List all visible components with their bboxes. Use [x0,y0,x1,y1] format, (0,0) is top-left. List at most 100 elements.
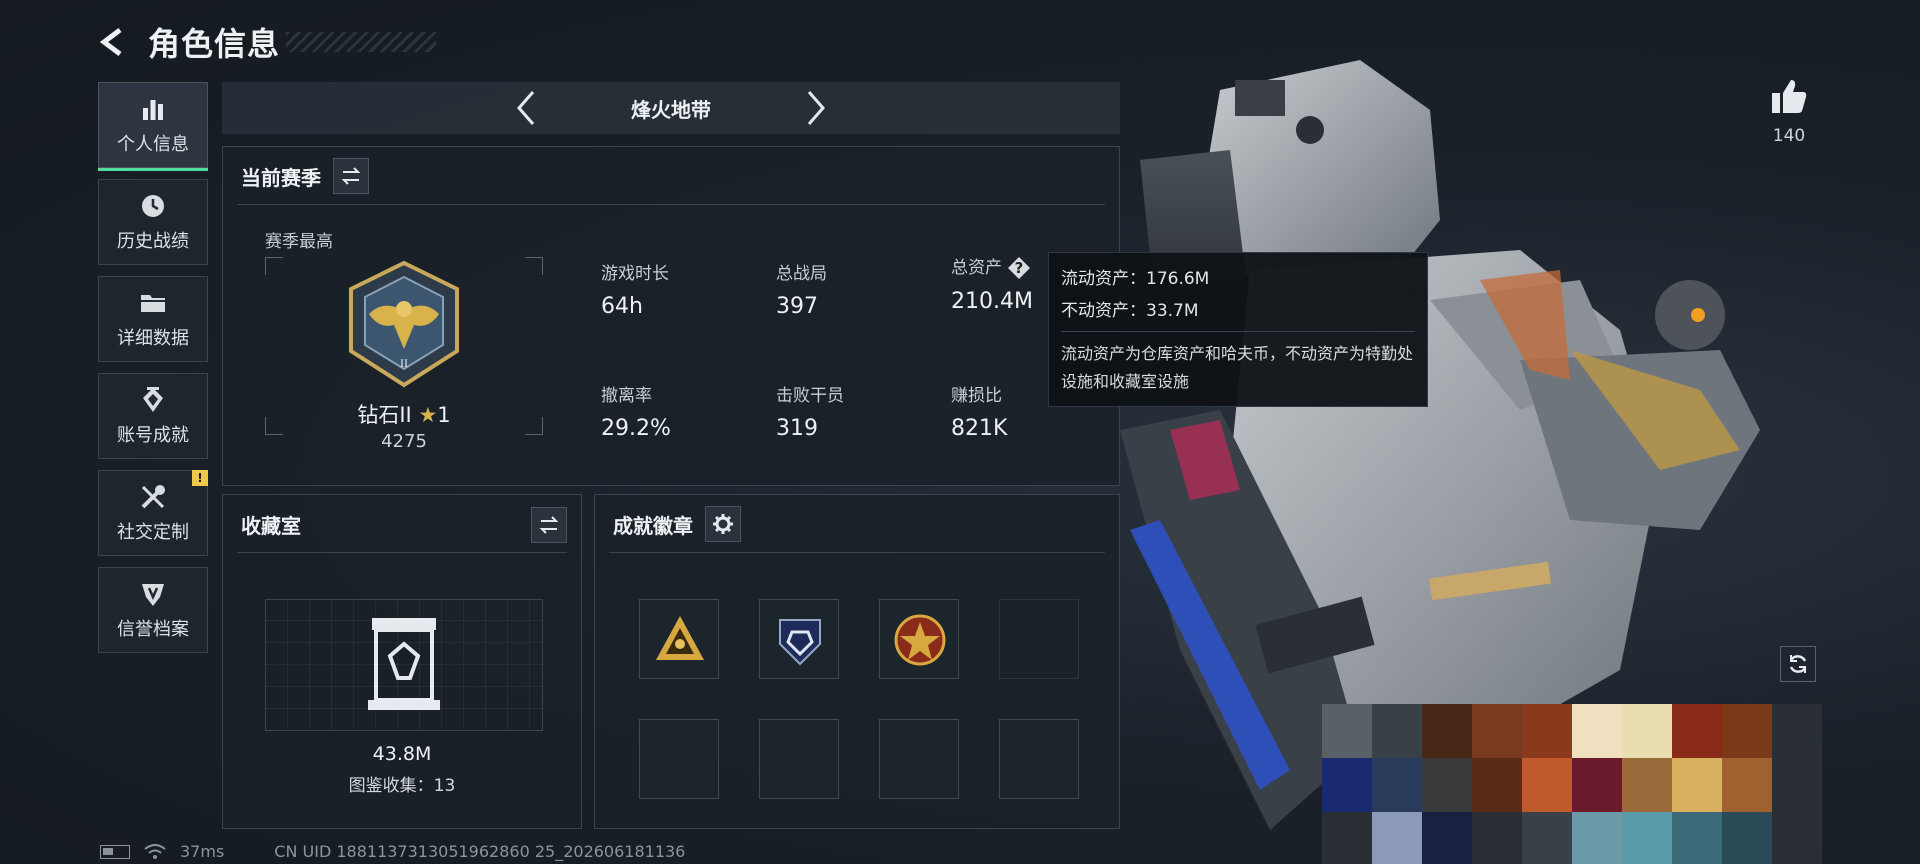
badge-slot-empty[interactable] [999,719,1079,799]
clock-history-icon [138,191,168,221]
stat-value: 64h [601,294,643,319]
stat-label: 总战局 [776,264,827,284]
stat-profit-loss-ratio: 赚损比 821K [951,381,1007,441]
refresh-button[interactable] [1780,646,1816,682]
pyramid-badge-icon [656,616,704,660]
svg-text:II: II [400,356,408,370]
vault-display-icon [368,618,440,710]
next-mode-button[interactable] [796,88,836,128]
diamond-rank-emblem-icon: II [349,260,459,388]
mode-switcher: 烽火地带 [222,82,1120,134]
tooltip-liquid-assets: 流动资产：176.6M [1061,269,1210,289]
gear-icon [713,514,733,534]
sidebar-item-label: 详细数据 [117,328,189,349]
swap-icon [341,167,361,185]
chevron-left-icon [517,91,535,125]
sidebar-item-detailed-data[interactable]: 详细数据 [98,276,208,362]
badge-slot[interactable] [639,599,719,679]
sidebar-item-label: 社交定制 [117,522,189,543]
badge-slot-empty[interactable] [879,719,959,799]
stat-label: 撤离率 [601,386,652,406]
stat-value: 821K [951,416,1008,441]
user-uid: CN UID 1881137313051962860 25_2026061811… [274,842,686,861]
rank-score: 4275 [381,431,427,452]
badge-settings-button[interactable] [705,506,741,542]
sidebar-nav: 个人信息 历史战绩 详细数据 账号成就 ! 社交定制 信誉档案 [98,82,208,664]
back-button[interactable] [96,25,130,59]
tooltip-divider [1061,331,1415,332]
panel-title: 成就徽章 [613,513,693,538]
wifi-icon [144,843,166,859]
title-decoration [286,32,437,52]
stat-value: 397 [776,294,818,319]
refresh-icon [1789,655,1807,673]
achievement-icon [138,385,168,415]
chevron-right-icon [807,91,825,125]
badge-slot[interactable] [879,599,959,679]
collection-count: 图鉴收集：13 [348,776,456,796]
shield-badge-icon [779,619,821,666]
frame-corner [265,257,283,275]
stat-operators-defeated: 击败干员 319 [776,381,844,441]
stat-value: 29.2% [601,416,671,441]
achievement-badges-panel: 成就徽章 [594,494,1120,829]
sidebar-item-personal-info[interactable]: 个人信息 [98,82,208,171]
stat-label: 击败干员 [776,386,844,406]
sidebar-item-label: 个人信息 [117,134,189,155]
rank-stars: 1 [437,403,451,427]
sidebar-item-credit-file[interactable]: 信誉档案 [98,567,208,653]
badge-slot-empty[interactable] [759,719,839,799]
like-button[interactable]: 140 [1766,76,1812,146]
page-title: 角色信息 [148,25,281,63]
ping-value: 37ms [180,842,225,861]
stat-total-assets: 总资产? 210.4M [951,253,1033,314]
season-best-label: 赛季最高 [265,232,333,252]
star-badge-icon [894,614,946,666]
rank-name: 钻石II ★1 [265,399,543,429]
stat-value: 319 [776,416,818,441]
folder-icon [138,288,168,318]
assets-tooltip: 流动资产：176.6M 不动资产：33.7M 流动资产为仓库资产和哈夫币，不动资… [1048,252,1428,407]
stat-label: 赚损比 [951,386,1002,406]
switch-season-button[interactable] [333,158,369,194]
shield-icon [138,579,168,609]
collection-value: 43.8M [372,743,432,765]
panel-title: 收藏室 [241,513,301,538]
panel-title: 当前赛季 [241,165,321,190]
stat-label: 游戏时长 [601,264,669,284]
help-icon[interactable]: ? [1008,257,1030,279]
sidebar-item-account-achievements[interactable]: 账号成就 [98,373,208,459]
panel-header: 成就徽章 [595,495,1119,553]
pixelated-region [1322,704,1822,864]
badge-slot[interactable] [999,599,1079,679]
page-header: 角色信息 [96,18,437,66]
sidebar-item-label: 信誉档案 [117,619,189,640]
tooltip-fixed-assets: 不动资产：33.7M [1061,301,1199,321]
previous-mode-button[interactable] [506,88,546,128]
collection-room-panel: 收藏室 43.8M 图鉴收集：13 [222,494,582,829]
stat-value: 210.4M [951,289,1033,314]
badge-slot-empty[interactable] [639,719,719,799]
status-bar: 37ms CN UID 1881137313051962860 25_20260… [100,842,685,861]
bar-chart-icon [138,94,168,124]
notification-badge: ! [192,470,208,486]
star-icon: ★ [418,403,438,427]
mode-title: 烽火地带 [631,97,711,122]
collection-preview[interactable] [265,599,543,731]
tooltip-description: 流动资产为仓库资产和哈夫币，不动资产为特勤处设施和收藏室设施 [1061,344,1414,391]
sidebar-item-social-customization[interactable]: ! 社交定制 [98,470,208,556]
thumbs-up-icon [1772,80,1807,113]
stat-label-text: 总资产 [951,258,1002,278]
current-season-panel: 当前赛季 赛季最高 II 钻石II ★1 4275 游戏时长 64h 总战局 3… [222,146,1120,486]
like-count: 140 [1772,126,1806,146]
stat-extraction-rate: 撤离率 29.2% [601,381,671,441]
stat-play-time: 游戏时长 64h [601,259,669,319]
stat-label: 总资产? [951,253,1033,279]
frame-corner [525,257,543,275]
switch-collection-button[interactable] [531,507,567,543]
stat-total-matches: 总战局 397 [776,259,827,319]
sidebar-item-match-history[interactable]: 历史战绩 [98,179,208,265]
badge-slot[interactable] [759,599,839,679]
rank-display: II 钻石II ★1 4275 [265,257,543,452]
tools-icon [138,482,168,512]
